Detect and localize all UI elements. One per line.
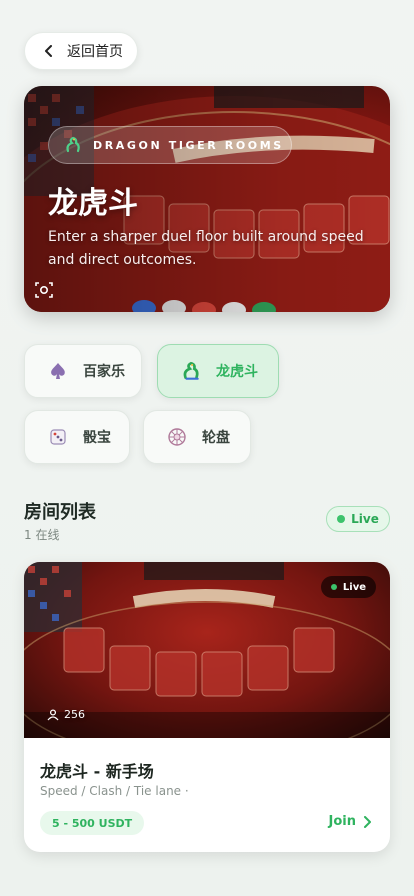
viewer-count-value: 256 — [64, 708, 85, 721]
join-room-button[interactable]: Join — [329, 814, 372, 829]
game-chip-sicbo[interactable]: 骰宝 — [24, 410, 130, 464]
hero-tag-pill: DRAGON TIGER ROOMS — [48, 126, 292, 164]
dragon-icon — [180, 360, 202, 382]
spade-icon — [47, 360, 69, 382]
room-card[interactable]: Live 256 龙虎斗 - 新手场 Speed / Clash / Tie l… — [24, 562, 390, 852]
game-chip-label: 龙虎斗 — [216, 364, 258, 380]
game-chip-baccarat[interactable]: 百家乐 — [24, 344, 142, 398]
join-label: Join — [328, 814, 356, 829]
game-chip-label: 百家乐 — [83, 364, 125, 380]
dice-icon — [47, 426, 69, 448]
room-thumbnail: Live 256 — [24, 562, 390, 763]
hero-tag-label: DRAGON TIGER ROOMS — [93, 138, 284, 152]
live-dot-icon — [330, 584, 337, 590]
game-chip-dragon-tiger[interactable]: 龙虎斗 — [157, 344, 279, 398]
live-status-badge: Live — [326, 506, 390, 532]
roulette-icon — [166, 426, 188, 448]
game-chip-label: 骰宝 — [83, 430, 111, 446]
hero-banner: DRAGON TIGER ROOMS 龙虎斗 Enter a sharper d… — [24, 86, 390, 312]
users-icon — [47, 708, 59, 720]
chevron-left-icon — [45, 45, 52, 57]
room-tags: Speed / Clash / Tie lane · — [40, 784, 189, 798]
room-list-title: 房间列表 — [24, 502, 96, 523]
live-badge-label: Live — [351, 512, 379, 526]
back-home-label: 返回首页 — [67, 44, 123, 60]
room-bet-limit: 5 - 500 USDT — [40, 811, 145, 835]
hero-title: 龙虎斗 — [48, 186, 138, 221]
room-live-badge: Live — [320, 576, 376, 598]
viewer-count: 256 — [46, 708, 85, 721]
game-chip-label: 轮盘 — [202, 430, 230, 446]
live-dot-icon — [337, 515, 346, 523]
online-count: 1 在线 — [24, 528, 60, 542]
dragon-icon — [66, 136, 80, 153]
room-name: 龙虎斗 - 新手场 — [40, 762, 154, 781]
game-chip-roulette[interactable]: 轮盘 — [143, 410, 251, 464]
room-live-label: Live — [342, 581, 366, 593]
hero-description: Enter a sharper duel floor built around … — [48, 229, 364, 268]
back-home-button[interactable]: 返回首页 — [24, 32, 138, 70]
camera-icon[interactable] — [34, 280, 54, 300]
chevron-right-icon — [364, 815, 371, 828]
